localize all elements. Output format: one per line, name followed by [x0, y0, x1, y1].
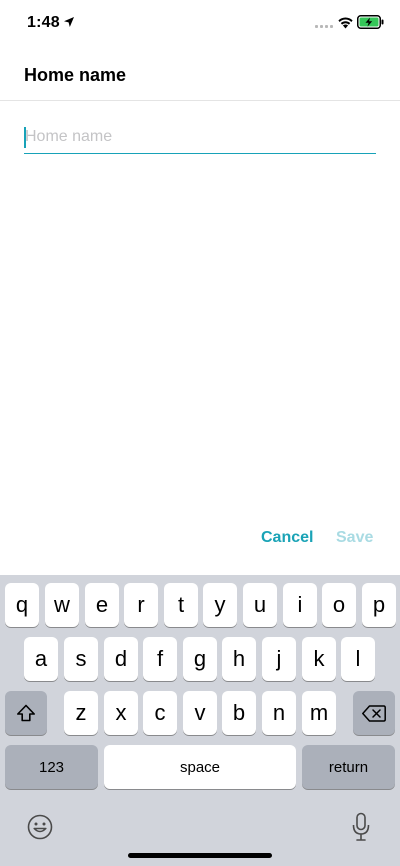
screen: 1:48 Home name Cancel Save q w: [0, 0, 400, 866]
space-key[interactable]: space: [104, 745, 296, 789]
key-h[interactable]: h: [222, 637, 256, 681]
key-v[interactable]: v: [183, 691, 217, 735]
key-y[interactable]: y: [203, 583, 237, 627]
text-cursor: [24, 127, 26, 148]
key-c[interactable]: c: [143, 691, 177, 735]
key-d[interactable]: d: [104, 637, 138, 681]
key-p[interactable]: p: [362, 583, 396, 627]
shift-icon: [17, 704, 35, 722]
delete-icon: [362, 704, 386, 722]
key-l[interactable]: l: [341, 637, 375, 681]
key-o[interactable]: o: [322, 583, 356, 627]
key-g[interactable]: g: [183, 637, 217, 681]
key-e[interactable]: e: [85, 583, 119, 627]
battery-charging-icon: [357, 15, 384, 29]
key-k[interactable]: k: [302, 637, 336, 681]
key-w[interactable]: w: [45, 583, 79, 627]
keyboard: q w e r t y u i o p a s d f g h j k l z …: [0, 575, 400, 866]
key-t[interactable]: t: [164, 583, 198, 627]
cancel-button[interactable]: Cancel: [261, 529, 313, 547]
key-j[interactable]: j: [262, 637, 296, 681]
wifi-icon: [338, 17, 353, 29]
key-f[interactable]: f: [143, 637, 177, 681]
save-button[interactable]: Save: [336, 529, 373, 547]
shift-key[interactable]: [5, 691, 47, 735]
return-key[interactable]: return: [302, 745, 395, 789]
key-m[interactable]: m: [302, 691, 336, 735]
status-time: 1:48: [27, 14, 60, 31]
key-z[interactable]: z: [64, 691, 98, 735]
location-arrow-icon: [64, 17, 74, 27]
key-r[interactable]: r: [124, 583, 158, 627]
key-n[interactable]: n: [262, 691, 296, 735]
emoji-icon[interactable]: [27, 814, 53, 840]
key-a[interactable]: a: [24, 637, 58, 681]
key-s[interactable]: s: [64, 637, 98, 681]
delete-key[interactable]: [353, 691, 395, 735]
microphone-icon[interactable]: [351, 812, 371, 842]
cellular-signal-icon: [315, 25, 333, 28]
status-bar: 1:48: [0, 0, 400, 48]
key-x[interactable]: x: [104, 691, 138, 735]
header: Home name: [0, 48, 400, 101]
home-indicator: [128, 853, 272, 858]
home-name-field-container: [24, 122, 376, 154]
key-b[interactable]: b: [222, 691, 256, 735]
numbers-key[interactable]: 123: [5, 745, 98, 789]
home-name-input[interactable]: [24, 122, 376, 152]
key-q[interactable]: q: [5, 583, 39, 627]
page-title: Home name: [24, 65, 127, 85]
key-i[interactable]: i: [283, 583, 317, 627]
key-u[interactable]: u: [243, 583, 277, 627]
